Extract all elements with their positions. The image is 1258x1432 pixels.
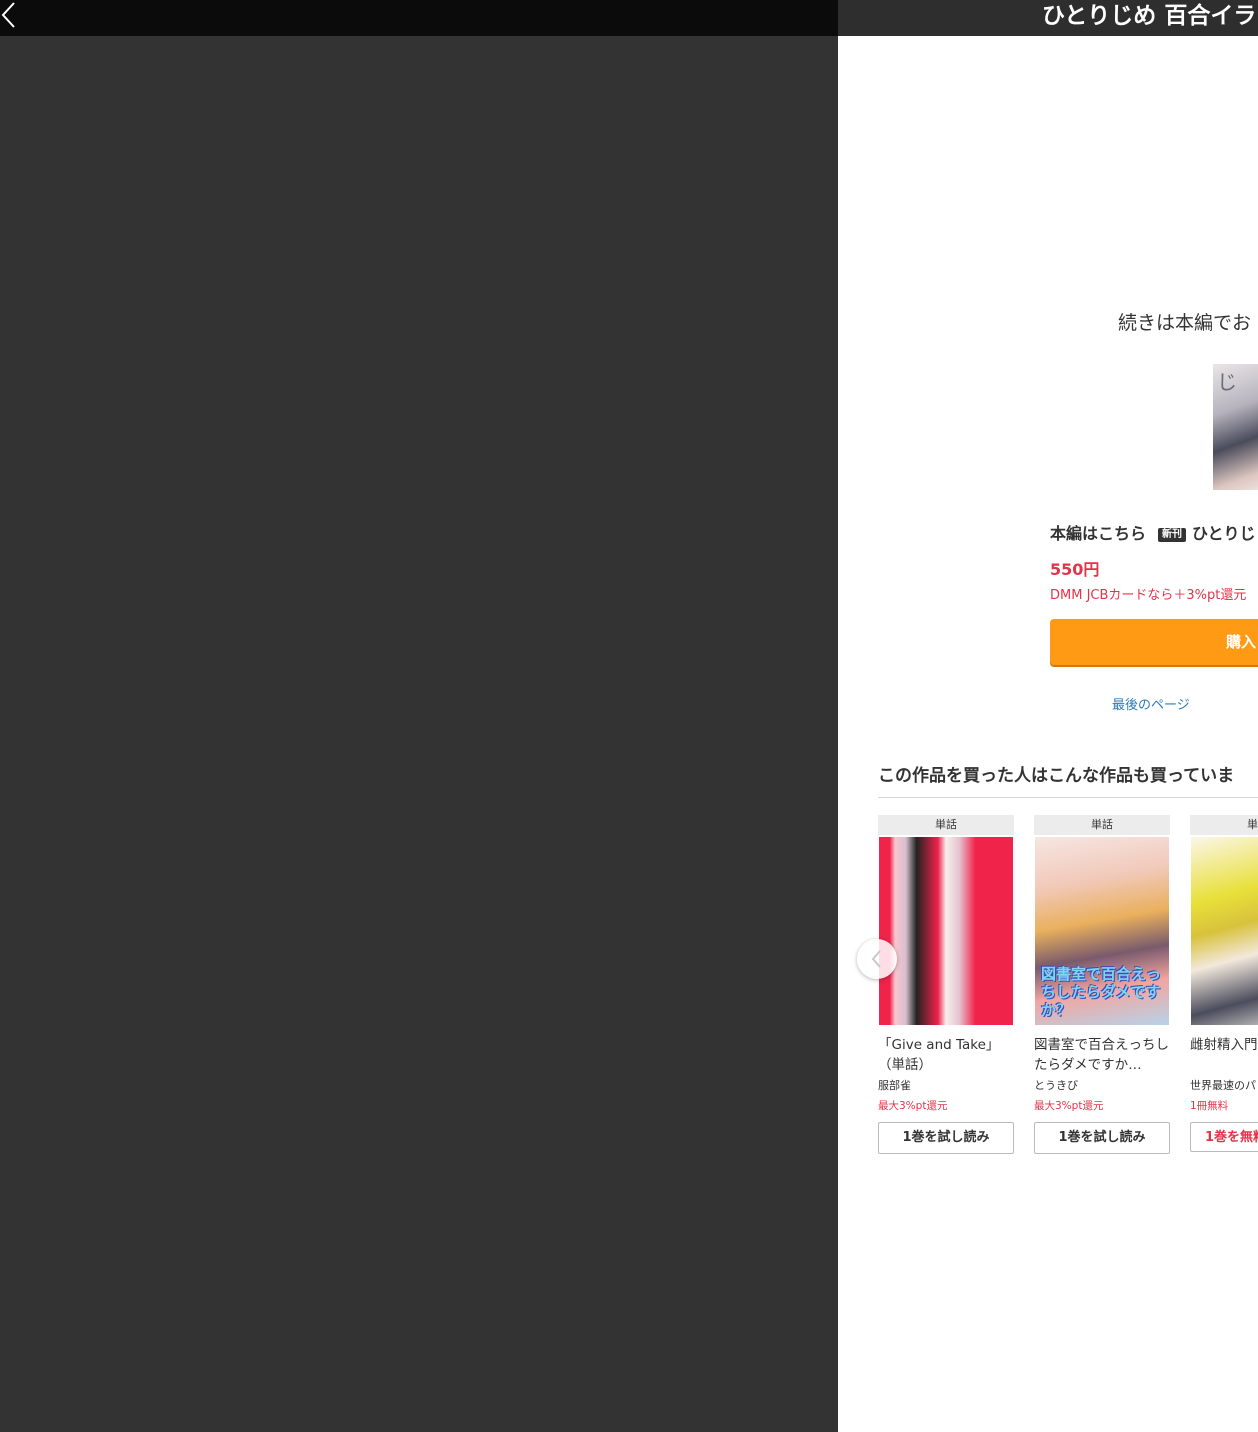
main-work-title[interactable]: ひとりじ bbox=[1192, 524, 1256, 543]
card-cover[interactable] bbox=[1191, 837, 1258, 1025]
card-title[interactable]: 「Give and Take」（単話） bbox=[878, 1035, 1014, 1075]
trial-read-button[interactable]: 1巻を試し読み bbox=[1034, 1122, 1170, 1154]
recommend-card[interactable]: 単行 雌射精入門修正版】 世界最速のパ 1冊無料 1巻を無料 bbox=[1190, 815, 1258, 1152]
price: 550円 bbox=[1050, 560, 1100, 579]
card-title[interactable]: 雌射精入門修正版】 bbox=[1190, 1035, 1258, 1075]
trial-read-button[interactable]: 1巻を試し読み bbox=[878, 1122, 1014, 1154]
viewer-page-area[interactable] bbox=[0, 36, 838, 1432]
panel-header: ひとりじめ 百合イラ bbox=[838, 0, 1258, 36]
card-author[interactable]: 服部雀 bbox=[878, 1078, 1014, 1094]
chevron-left-icon bbox=[1, 2, 15, 28]
panel-title: ひとりじめ 百合イラ bbox=[1042, 3, 1257, 29]
card-cover[interactable] bbox=[879, 837, 1013, 1025]
main-work-cover[interactable]: じ bbox=[1213, 364, 1258, 490]
cover-title-art: 図書室で百合えっちしたらダメですか？ bbox=[1041, 965, 1162, 1019]
card-offer: 1冊無料 bbox=[1190, 1100, 1229, 1112]
card-title[interactable]: 図書室で百合えっちしたらダメですか… bbox=[1034, 1035, 1170, 1075]
card-type-label: 単話 bbox=[1034, 815, 1170, 835]
card-offer: 最大3%pt還元 bbox=[878, 1100, 948, 1112]
chevron-left-icon bbox=[871, 950, 881, 968]
cover-kana: じ bbox=[1217, 370, 1237, 394]
back-button[interactable] bbox=[0, 0, 24, 30]
buy-button[interactable]: 購入 bbox=[1050, 619, 1258, 665]
recommend-heading: この作品を買った人はこんな作品も買っていま bbox=[878, 766, 1235, 786]
card-author[interactable]: とうきび bbox=[1034, 1078, 1170, 1094]
recommend-card[interactable]: 単話 「Give and Take」（単話） 服部雀 最大3%pt還元 1巻を試… bbox=[878, 815, 1014, 1154]
main-work-row: 本編はこちら 新刊 ひとりじ bbox=[1050, 522, 1256, 546]
free-read-button[interactable]: 1巻を無料 bbox=[1190, 1122, 1258, 1152]
point-note: DMM JCBカードなら＋3%pt還元 bbox=[1050, 588, 1247, 603]
viewer-top-bar bbox=[0, 0, 838, 36]
carousel-prev-button[interactable] bbox=[857, 939, 897, 979]
card-offer: 最大3%pt還元 bbox=[1034, 1100, 1104, 1112]
buy-button-label: 購入 bbox=[1226, 633, 1257, 651]
end-panel: ひとりじめ 百合イラ 続きは本編でお じ 本編はこちら 新刊 ひとりじ 550円 D… bbox=[838, 0, 1258, 1432]
card-author[interactable]: 世界最速のパ bbox=[1190, 1078, 1258, 1094]
last-page-link[interactable]: 最後のページ bbox=[1112, 696, 1190, 716]
card-cover[interactable]: 図書室で百合えっちしたらダメですか？ bbox=[1035, 837, 1169, 1025]
section-divider bbox=[878, 797, 1258, 798]
card-type-label: 単話 bbox=[878, 815, 1014, 835]
main-work-label: 本編はこちら bbox=[1050, 524, 1147, 543]
new-badge: 新刊 bbox=[1158, 528, 1187, 542]
card-type-label: 単行 bbox=[1190, 815, 1258, 835]
recommend-card[interactable]: 単話 図書室で百合えっちしたらダメですか？ 図書室で百合えっちしたらダメですか…… bbox=[1034, 815, 1170, 1154]
continue-message: 続きは本編でお bbox=[1118, 312, 1252, 334]
